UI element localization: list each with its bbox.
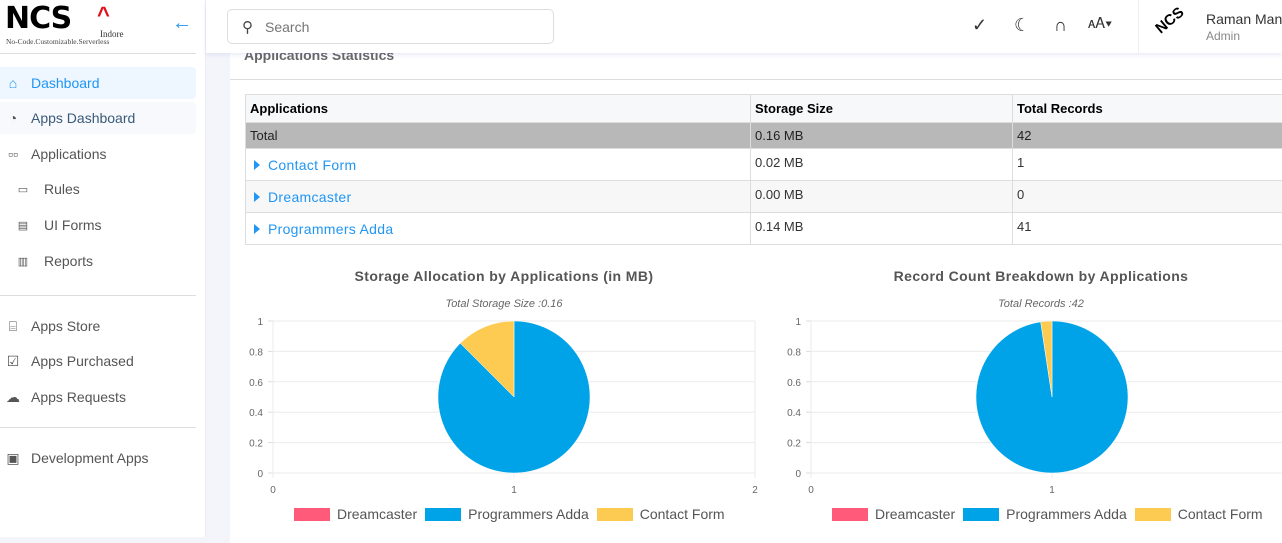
x-tick-label: 1 [511,485,517,496]
x-tick-label: 2 [752,485,758,496]
legend-label[interactable]: Programmers Adda [1006,506,1127,522]
legend-swatch[interactable] [294,508,330,521]
legend-label[interactable]: Dreamcaster [875,506,955,522]
legend-swatch[interactable] [832,508,868,521]
legend-swatch[interactable] [597,508,633,521]
legend-label[interactable]: Dreamcaster [337,506,417,522]
legend-swatch[interactable] [425,508,461,521]
legend-label[interactable]: Programmers Adda [468,506,589,522]
y-tick-label: 0.2 [249,439,263,450]
y-tick-label: 0 [257,469,263,480]
y-tick-label: 0.4 [249,408,263,419]
chart-legend: Dreamcaster Programmers Adda Contact For… [286,506,725,522]
chart-title: Record Count Breakdown by Applications [801,268,1281,284]
legend-label[interactable]: Contact Form [1178,506,1263,522]
y-tick-label: 0.8 [249,347,263,358]
chart-legend: Dreamcaster Programmers Adda Contact For… [824,506,1263,522]
x-tick-label: 0 [270,485,276,496]
chart-subtitle: Total Records :42 [801,298,1281,310]
y-tick-label: 0.6 [249,378,263,389]
legend-swatch[interactable] [1135,508,1171,521]
legend-swatch[interactable] [963,508,999,521]
y-tick-label: 1 [257,317,263,328]
legend-label[interactable]: Contact Form [640,506,725,522]
